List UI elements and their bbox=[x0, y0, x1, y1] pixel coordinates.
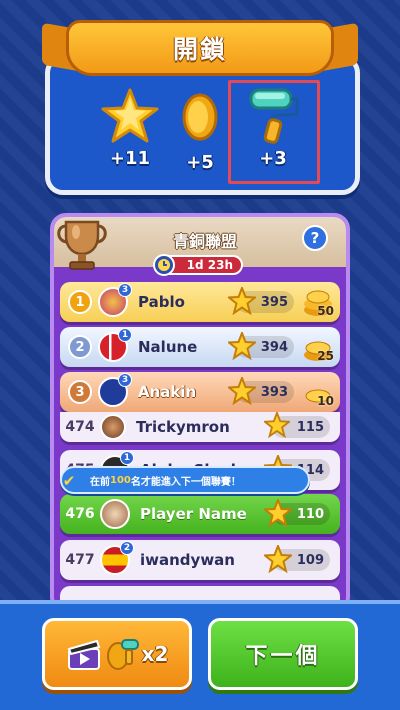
clapperboard-icon bbox=[67, 639, 100, 670]
leaderboard-row-477[interactable]: 477 2 iwandywan 109 bbox=[60, 540, 340, 580]
unlock-title: 開鎖 bbox=[172, 35, 227, 64]
rank-number: 476 bbox=[65, 506, 95, 522]
star-icon bbox=[264, 545, 292, 573]
coin-stack-icon: 25 bbox=[300, 329, 336, 365]
player-name: Player Name bbox=[140, 505, 247, 523]
bronze-medal-icon: 3 bbox=[68, 380, 92, 404]
gold-medal-icon: 1 bbox=[68, 290, 92, 314]
coin-stack-icon: 10 bbox=[300, 374, 336, 410]
leaderboard-row-474[interactable]: 474 Trickymron 115 bbox=[60, 412, 340, 442]
rank-number: 3 bbox=[75, 384, 85, 400]
rank-number: 477 bbox=[65, 552, 95, 568]
silver-medal-icon: 2 bbox=[68, 335, 92, 359]
level-badge: 1 bbox=[118, 328, 132, 342]
promotion-tooltip: 在前 100 名才能進入下一個聯賽！ bbox=[60, 466, 310, 494]
score-pill: 115 bbox=[264, 412, 330, 438]
score-pill: 109 bbox=[264, 545, 330, 573]
coin-reward: 10 bbox=[317, 394, 334, 408]
player-name: Anakin bbox=[138, 383, 197, 401]
leaderboard-row-player[interactable]: 476 Player Name 110 bbox=[60, 494, 340, 534]
avatar: 3 bbox=[98, 283, 132, 317]
player-name: iwandywan bbox=[140, 551, 235, 569]
coin-reward: 25 bbox=[317, 349, 334, 363]
star-icon bbox=[228, 377, 256, 405]
score-value: 109 bbox=[296, 552, 324, 568]
avatar-denmark-flag: 1 bbox=[98, 328, 132, 362]
next-button[interactable]: 下一個 bbox=[208, 618, 358, 690]
leaderboard-row-1[interactable]: 1 3 Pablo 395 50 bbox=[60, 282, 340, 322]
reward-star-amount: +11 bbox=[109, 148, 151, 169]
multiplier-label: x2 bbox=[141, 642, 169, 666]
coin-reward: 50 bbox=[317, 304, 334, 318]
watch-video-double-button[interactable]: x2 bbox=[42, 618, 192, 690]
coin-icon bbox=[182, 93, 218, 141]
player-name: Nalune bbox=[138, 338, 198, 356]
tooltip-text-suffix: 名才能進入下一個聯賽！ bbox=[130, 476, 241, 488]
rank-number: 1 bbox=[75, 294, 85, 310]
star-icon bbox=[228, 287, 256, 315]
star-icon bbox=[264, 412, 290, 438]
score-value: 395 bbox=[260, 294, 288, 310]
leaderboard-row-2[interactable]: 2 1 Nalune 394 25 bbox=[60, 327, 340, 367]
clock-icon bbox=[153, 254, 175, 276]
leaderboard-row-3[interactable]: 3 3 Anakin 393 10 bbox=[60, 372, 340, 412]
rank-number: 474 bbox=[65, 419, 95, 435]
avatar bbox=[100, 414, 126, 440]
coin-stack-icon: 50 bbox=[300, 284, 336, 320]
score-pill: 395 bbox=[228, 287, 294, 315]
unlock-ribbon: 開鎖 bbox=[66, 20, 334, 76]
star-icon bbox=[264, 499, 292, 527]
league-title: 青銅聯盟 bbox=[172, 232, 237, 251]
level-badge: 3 bbox=[118, 283, 132, 297]
star-icon bbox=[228, 332, 256, 360]
reward-star: +11 bbox=[95, 88, 165, 169]
tooltip-number: 100 bbox=[110, 474, 131, 486]
star-icon bbox=[101, 88, 159, 143]
score-pill: 394 bbox=[228, 332, 294, 360]
trophy-icon bbox=[57, 220, 107, 270]
score-value: 110 bbox=[296, 506, 324, 522]
rank-number: 2 bbox=[75, 339, 85, 355]
coin-roller-icon bbox=[106, 639, 139, 670]
score-value: 393 bbox=[260, 384, 288, 400]
level-badge: 3 bbox=[118, 373, 132, 387]
level-badge: 1 bbox=[120, 451, 134, 465]
avatar bbox=[100, 499, 130, 529]
tooltip-text-prefix: 在前 bbox=[90, 476, 110, 488]
score-pill: 393 bbox=[228, 377, 294, 405]
avatar-spain-flag: 2 bbox=[100, 541, 134, 575]
checkmark-icon: ✔ bbox=[62, 472, 76, 490]
reward-coin: +5 bbox=[170, 92, 230, 173]
player-name: Trickymron bbox=[136, 418, 230, 436]
leaderboard-row-partial bbox=[60, 586, 340, 600]
help-button[interactable]: ? bbox=[302, 225, 328, 251]
avatar-australia-flag: 3 bbox=[98, 373, 132, 407]
reward-coin-amount: +5 bbox=[186, 152, 214, 173]
level-badge: 2 bbox=[120, 541, 134, 555]
score-value: 394 bbox=[260, 339, 288, 355]
highlight-box bbox=[228, 80, 320, 184]
player-name: Pablo bbox=[138, 293, 185, 311]
score-value: 115 bbox=[296, 419, 324, 435]
score-pill: 110 bbox=[264, 499, 330, 527]
